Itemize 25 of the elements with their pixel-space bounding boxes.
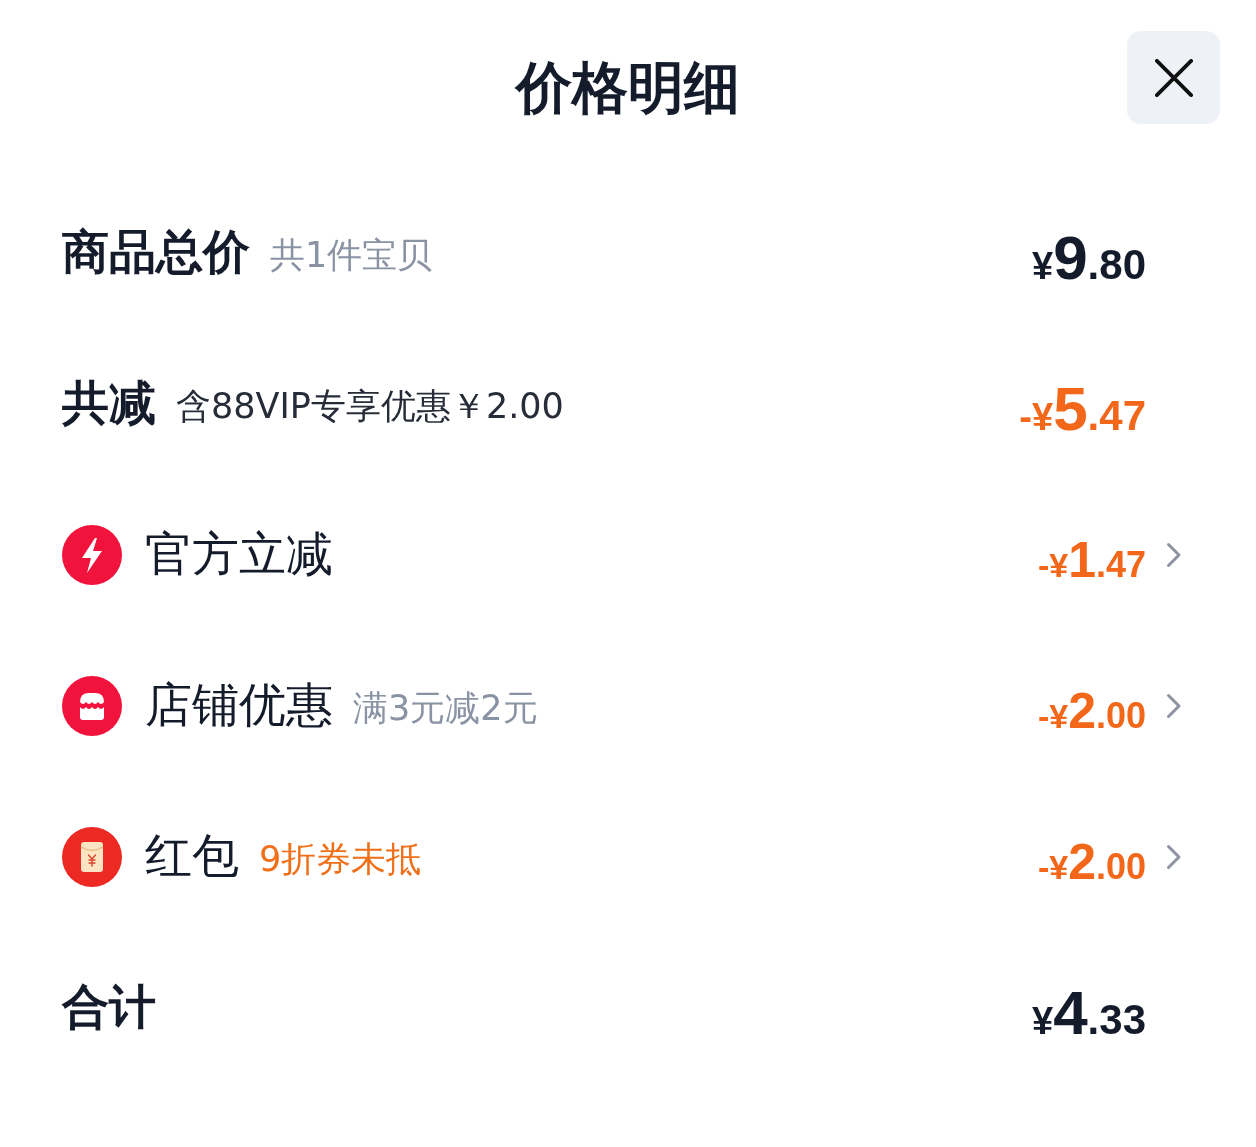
price-text: -¥5.47 <box>1019 377 1146 440</box>
lightning-icon <box>62 524 122 585</box>
sheet-title: 价格明细 <box>516 54 740 122</box>
price-text: -¥2.00 <box>1037 685 1146 736</box>
item-label: 合计 <box>62 979 156 1036</box>
chevron-right-icon[interactable] <box>1166 843 1182 870</box>
note-text: 满3元减2元 <box>353 686 538 729</box>
note-text: 含88VIP专享优惠￥2.00 <box>176 384 564 427</box>
item-label: 共减 <box>62 375 156 432</box>
chevron-right-icon[interactable] <box>1166 541 1182 568</box>
price-text: ¥9.80 <box>1032 226 1146 289</box>
price-text: -¥1.47 <box>1037 534 1146 585</box>
note-text: 共1件宝贝 <box>270 233 433 276</box>
item-label: 官方立减 <box>145 526 333 583</box>
item-label: 红包 <box>145 828 239 885</box>
item-label: 商品总价 <box>62 224 250 281</box>
envelope-icon <box>62 826 122 887</box>
item-label: 店铺优惠 <box>145 677 333 734</box>
store-icon <box>62 675 122 736</box>
close-button[interactable] <box>1127 31 1220 124</box>
close-icon <box>1154 58 1193 97</box>
chevron-right-icon[interactable] <box>1166 692 1182 719</box>
price-text: ¥4.33 <box>1032 981 1146 1044</box>
price-text: -¥2.00 <box>1037 836 1146 887</box>
note-text: 9折券未抵 <box>259 837 422 880</box>
